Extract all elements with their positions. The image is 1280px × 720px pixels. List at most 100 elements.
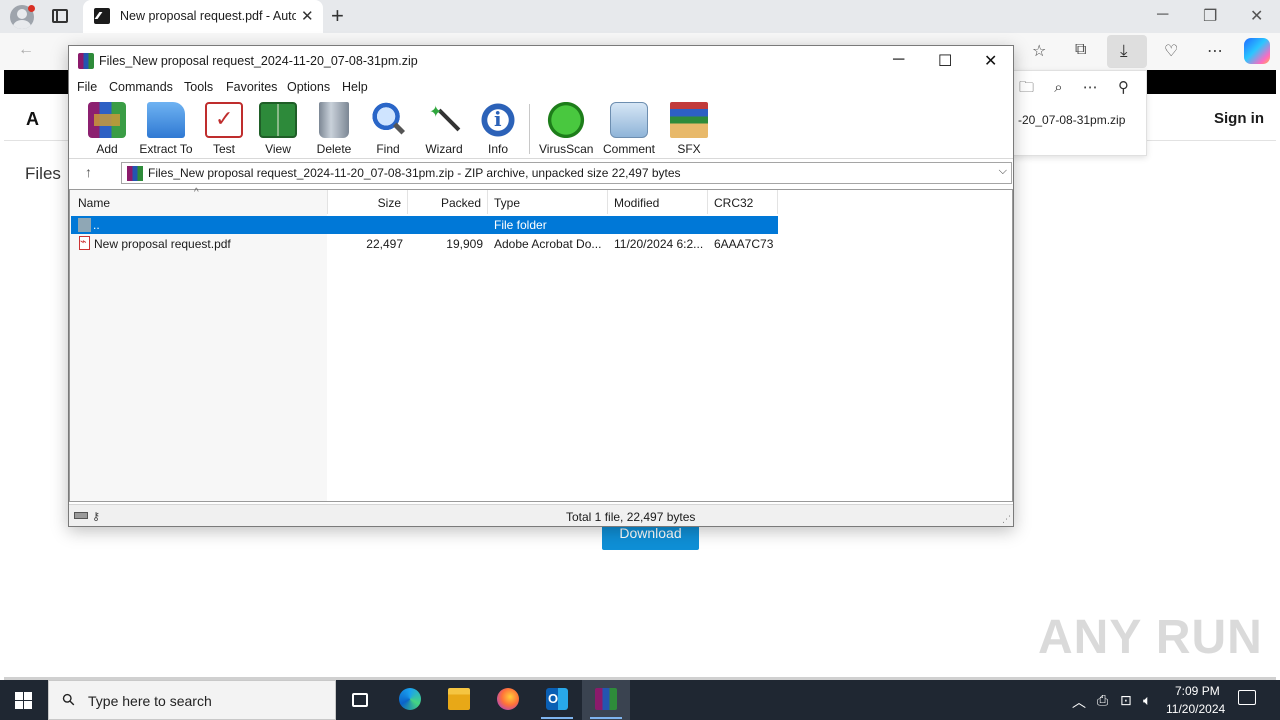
winrar-maximize-button[interactable]: ☐	[938, 51, 952, 71]
tool-wizard-button[interactable]: Wizard	[423, 102, 465, 156]
pin-icon[interactable]: ⚲	[1118, 79, 1129, 96]
test-checklist-icon	[205, 102, 243, 138]
flyout-more-icon[interactable]: ⋯	[1083, 79, 1098, 96]
new-tab-button[interactable]: +	[331, 3, 344, 29]
resize-grip-icon[interactable]: ⋰	[1002, 514, 1011, 525]
status-summary: Total 1 file, 22,497 bytes	[566, 510, 696, 524]
search-placeholder: Type here to search	[88, 693, 212, 709]
windows-taskbar: ⚲ Type here to search ︿ ⎙ ⊡ 🔈︎ 7:09 PM 1…	[0, 680, 1280, 720]
column-header-label: Name	[78, 196, 111, 210]
download-icon: ⤓	[1120, 41, 1128, 60]
tool-extract-button[interactable]: Extract To	[139, 102, 193, 156]
taskbar-outlook[interactable]	[533, 680, 581, 720]
windows-logo-icon	[24, 701, 32, 709]
extract-folder-icon	[147, 102, 185, 138]
sign-in-link[interactable]: Sign in	[1214, 110, 1264, 127]
volume-icon[interactable]: 🔈︎	[1143, 692, 1151, 709]
tool-delete-button[interactable]: Delete	[313, 102, 355, 156]
archive-path-combobox[interactable]: Files_New proposal request_2024-11-20_07…	[121, 162, 1012, 184]
menu-tools[interactable]: Tools	[184, 80, 213, 94]
taskbar-winrar[interactable]	[582, 680, 630, 720]
add-archive-icon	[88, 102, 126, 138]
taskbar-firefox[interactable]	[484, 680, 532, 720]
download-filename[interactable]: -20_07-08-31pm.zip	[1018, 113, 1125, 127]
browser-close-button[interactable]: ✕	[1250, 6, 1263, 26]
tool-comment-button[interactable]: Comment	[601, 102, 657, 156]
browser-tab-strip: New proposal request.pdf - Auto ✕ + ─ ❐ …	[0, 0, 1280, 33]
more-icon[interactable]: ⋯	[1207, 41, 1223, 61]
browser-tab-active[interactable]: New proposal request.pdf - Auto ✕	[83, 0, 323, 33]
taskbar-search-box[interactable]: ⚲ Type here to search	[48, 680, 336, 720]
browser-restore-button[interactable]: ❐	[1203, 6, 1217, 26]
winrar-address-bar: ↑ Files_New proposal request_2024-11-20_…	[69, 158, 1013, 186]
winrar-minimize-button[interactable]: ─	[893, 51, 904, 69]
tool-test-button[interactable]: Test	[205, 102, 243, 156]
menu-help[interactable]: Help	[342, 80, 368, 94]
tray-overflow-icon[interactable]: ︿	[1072, 692, 1086, 712]
column-header-modified[interactable]: Modified	[608, 190, 708, 214]
menu-commands[interactable]: Commands	[109, 80, 173, 94]
info-icon	[479, 102, 517, 138]
toolbar-separator	[529, 104, 530, 154]
notification-icon[interactable]	[1238, 690, 1256, 705]
windows-logo-icon	[15, 692, 23, 700]
browser-minimize-button[interactable]: ─	[1157, 6, 1168, 24]
column-header-packed[interactable]: Packed	[408, 190, 488, 214]
network-icon[interactable]: ⊡	[1120, 692, 1132, 709]
winrar-close-button[interactable]: ✕	[984, 51, 997, 71]
tool-label: VirusScan	[539, 142, 594, 156]
favorites-icon[interactable]: ☆	[1032, 41, 1046, 61]
magic-wand-icon	[425, 102, 463, 138]
tool-label: SFX	[677, 142, 701, 156]
file-list[interactable]: Name ^ Size Packed Type Modified CRC32 .…	[69, 187, 1013, 502]
winrar-app-icon	[78, 53, 94, 69]
drive-icon[interactable]	[74, 512, 88, 519]
table-row-parent-folder[interactable]: .. File folder	[71, 216, 778, 234]
column-header-size[interactable]: Size	[328, 190, 408, 214]
menu-file[interactable]: File	[77, 80, 97, 94]
taskbar-edge[interactable]	[386, 680, 434, 720]
collections-icon[interactable]: ⧉	[1075, 41, 1086, 59]
tray-device-icon[interactable]: ⎙	[1097, 692, 1108, 709]
cell-type: File folder	[494, 218, 547, 232]
winrar-titlebar[interactable]: Files_New proposal request_2024-11-20_07…	[69, 46, 1013, 76]
tool-find-button[interactable]: Find	[369, 102, 407, 156]
up-arrow-icon[interactable]: ↑	[85, 164, 92, 180]
column-header-name[interactable]: Name ^	[70, 187, 328, 214]
tab-close-icon[interactable]: ✕	[301, 7, 314, 25]
taskbar-file-explorer[interactable]	[435, 680, 483, 720]
winrar-statusbar: ⚷ Total 1 file, 22,497 bytes ⋰	[69, 504, 1013, 526]
winrar-icon	[595, 688, 617, 710]
watermark-logo: ANY RUN	[1038, 611, 1263, 664]
column-header-crc32[interactable]: CRC32	[708, 190, 778, 214]
archive-icon	[127, 166, 143, 181]
clock-time[interactable]: 7:09 PM	[1175, 684, 1220, 698]
files-heading: Files	[25, 164, 61, 183]
chevron-down-icon[interactable]: ⌵	[999, 165, 1007, 178]
column-header-type[interactable]: Type	[488, 190, 608, 214]
tool-add-button[interactable]: Add	[87, 102, 127, 156]
back-icon[interactable]: ←	[18, 41, 34, 59]
tab-actions-icon[interactable]	[52, 9, 68, 23]
clock-date[interactable]: 11/20/2024	[1166, 702, 1225, 716]
open-folder-icon[interactable]: 🗀	[1019, 79, 1034, 96]
sort-ascending-icon: ^	[194, 187, 199, 198]
performance-icon[interactable]: ♡	[1164, 41, 1178, 61]
tool-label: Add	[96, 142, 118, 156]
flyout-search-icon[interactable]: ⌕	[1054, 79, 1062, 96]
tool-virusscan-button[interactable]: VirusScan	[539, 102, 593, 156]
downloads-button[interactable]: ⤓	[1107, 35, 1147, 68]
taskbar-task-view[interactable]	[336, 680, 384, 720]
tool-sfx-button[interactable]: SFX	[669, 102, 709, 156]
menu-options[interactable]: Options	[287, 80, 330, 94]
tool-info-button[interactable]: Info	[479, 102, 517, 156]
start-button[interactable]	[15, 692, 32, 709]
edge-icon	[399, 688, 421, 710]
tool-view-button[interactable]: View	[257, 102, 299, 156]
tool-label: Find	[376, 142, 400, 156]
table-row[interactable]: New proposal request.pdf 22,497 19,909 A…	[71, 235, 778, 253]
menu-favorites[interactable]: Favorites	[226, 80, 277, 94]
key-icon[interactable]: ⚷	[92, 510, 100, 523]
tool-label: Comment	[602, 142, 655, 156]
copilot-icon[interactable]	[1244, 38, 1270, 64]
